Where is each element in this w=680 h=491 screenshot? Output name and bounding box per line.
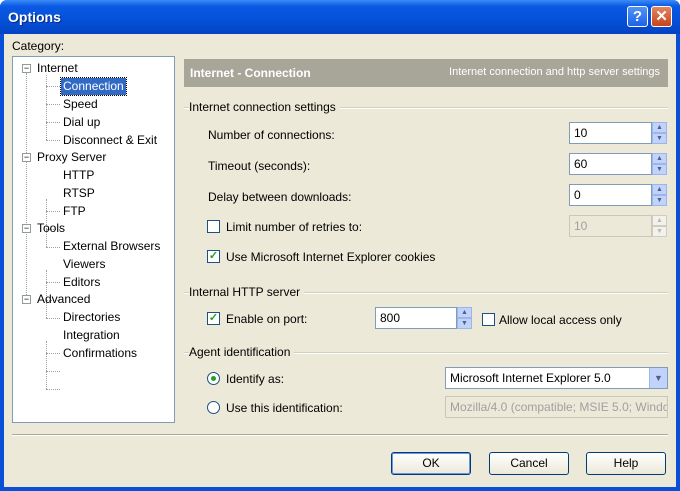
options-dialog: Options ? ✕ Category: − Internet Connect… xyxy=(0,0,680,491)
tree-line xyxy=(46,371,60,372)
category-label: Category: xyxy=(12,39,65,53)
delay-spinner[interactable]: ▲ ▼ xyxy=(652,184,667,206)
tree-item-tools[interactable]: Tools xyxy=(37,220,65,237)
category-tree[interactable]: − Internet Connection Speed Dial up Disc… xyxy=(12,56,175,423)
help-title-button[interactable]: ? xyxy=(627,6,648,27)
tree-item-disconnect-exit[interactable]: Disconnect & Exit xyxy=(63,132,157,149)
tree-line xyxy=(46,86,60,87)
spin-down-icon[interactable]: ▼ xyxy=(652,195,667,206)
tree-line xyxy=(46,140,60,141)
http-group-title: Internal HTTP server xyxy=(189,285,305,299)
identify-as-value: Microsoft Internet Explorer 5.0 xyxy=(450,371,611,385)
title-bar[interactable]: Options ? ✕ xyxy=(0,0,680,34)
tree-line xyxy=(46,122,60,123)
timeout-label: Timeout (seconds): xyxy=(208,159,311,173)
port-input[interactable]: 800 xyxy=(375,307,457,329)
collapse-proxy-icon[interactable]: − xyxy=(22,153,31,162)
limit-retries-input[interactable]: 10 xyxy=(569,215,652,237)
spin-down-icon[interactable]: ▼ xyxy=(652,133,667,144)
section-title: Internet - Connection xyxy=(190,66,311,80)
limit-retries-checkbox[interactable] xyxy=(207,220,220,233)
collapse-tools-icon[interactable]: − xyxy=(22,224,31,233)
enable-port-checkbox[interactable]: ✓ xyxy=(207,312,220,325)
tree-item-advanced[interactable]: Advanced xyxy=(37,291,90,308)
tree-item-editors[interactable]: Editors xyxy=(63,274,100,291)
allow-local-checkbox[interactable] xyxy=(482,313,495,326)
num-connections-spinner[interactable]: ▲ ▼ xyxy=(652,122,667,144)
num-connections-input[interactable]: 10 xyxy=(569,122,652,144)
connection-group-title: Internet connection settings xyxy=(189,100,340,114)
chevron-down-icon[interactable]: ▼ xyxy=(649,368,667,388)
tree-line xyxy=(46,247,60,248)
tree-line xyxy=(46,104,60,105)
dialog-body: Category: − Internet Connection Speed Di… xyxy=(4,34,676,487)
port-spinner[interactable]: ▲ ▼ xyxy=(457,307,472,329)
tree-item-internet[interactable]: Internet xyxy=(37,60,78,77)
collapse-advanced-icon[interactable]: − xyxy=(22,295,31,304)
spin-down-icon[interactable]: ▼ xyxy=(652,226,667,237)
ok-button[interactable]: OK xyxy=(391,452,471,475)
spin-up-icon[interactable]: ▲ xyxy=(652,215,667,226)
tree-item-connection[interactable]: Connection xyxy=(60,77,127,96)
tree-line xyxy=(26,73,27,299)
tree-item-dial-up[interactable]: Dial up xyxy=(63,114,100,131)
agent-group-title: Agent identification xyxy=(189,345,295,359)
spin-down-icon[interactable]: ▼ xyxy=(652,164,667,175)
allow-local-label[interactable]: Allow local access only xyxy=(499,313,622,327)
tree-item-proxy-server[interactable]: Proxy Server xyxy=(37,149,106,166)
identify-as-label[interactable]: Identify as: xyxy=(226,372,284,386)
section-subtitle: Internet connection and http server sett… xyxy=(449,66,660,78)
button-separator xyxy=(12,434,668,436)
tree-item-rtsp[interactable]: RTSP xyxy=(63,185,95,202)
timeout-spinner[interactable]: ▲ ▼ xyxy=(652,153,667,175)
tree-item-http[interactable]: HTTP xyxy=(63,167,94,184)
tree-item-external-browsers[interactable]: External Browsers xyxy=(63,238,160,255)
num-connections-label: Number of connections: xyxy=(208,128,335,142)
custom-identification-input[interactable]: Mozilla/4.0 (compatible; MSIE 5.0; Windc xyxy=(445,396,668,418)
tree-item-integration[interactable]: Integration xyxy=(63,327,120,344)
spin-up-icon[interactable]: ▲ xyxy=(652,153,667,164)
ie-cookies-label[interactable]: Use Microsoft Internet Explorer cookies xyxy=(226,250,435,264)
collapse-internet-icon[interactable]: − xyxy=(22,64,31,73)
spin-up-icon[interactable]: ▲ xyxy=(457,307,472,318)
tree-item-ftp[interactable]: FTP xyxy=(63,203,86,220)
tree-line xyxy=(46,318,60,319)
spin-down-icon[interactable]: ▼ xyxy=(457,318,472,329)
radio-selected-dot xyxy=(211,376,216,381)
timeout-input[interactable]: 60 xyxy=(569,153,652,175)
spin-up-icon[interactable]: ▲ xyxy=(652,122,667,133)
tree-line xyxy=(46,75,47,140)
help-button[interactable]: Help xyxy=(586,452,666,475)
tree-item-viewers[interactable]: Viewers xyxy=(63,256,105,273)
identify-as-select[interactable]: Microsoft Internet Explorer 5.0 ▼ xyxy=(445,367,668,389)
delay-label: Delay between downloads: xyxy=(208,190,352,204)
ie-cookies-checkbox[interactable]: ✓ xyxy=(207,250,220,263)
spin-up-icon[interactable]: ▲ xyxy=(652,184,667,195)
limit-retries-spinner[interactable]: ▲ ▼ xyxy=(652,215,667,237)
limit-retries-label[interactable]: Limit number of retries to: xyxy=(226,220,362,234)
section-header: Internet - Connection Internet connectio… xyxy=(184,59,668,87)
window-title: Options xyxy=(8,9,61,25)
use-this-identification-label[interactable]: Use this identification: xyxy=(226,401,343,415)
enable-port-label[interactable]: Enable on port: xyxy=(226,312,307,326)
close-button[interactable]: ✕ xyxy=(651,6,672,27)
tree-line xyxy=(46,282,60,283)
tree-line xyxy=(46,353,60,354)
tree-item-directories[interactable]: Directories xyxy=(63,309,120,326)
tree-line xyxy=(46,341,47,389)
tree-line xyxy=(46,211,60,212)
tree-item-confirmations[interactable]: Confirmations xyxy=(63,345,137,362)
delay-input[interactable]: 0 xyxy=(569,184,652,206)
use-this-identification-radio[interactable] xyxy=(207,401,220,414)
tree-line xyxy=(46,389,60,390)
tree-item-speed[interactable]: Speed xyxy=(63,96,98,113)
identify-as-radio[interactable] xyxy=(207,372,220,385)
cancel-button[interactable]: Cancel xyxy=(489,452,569,475)
